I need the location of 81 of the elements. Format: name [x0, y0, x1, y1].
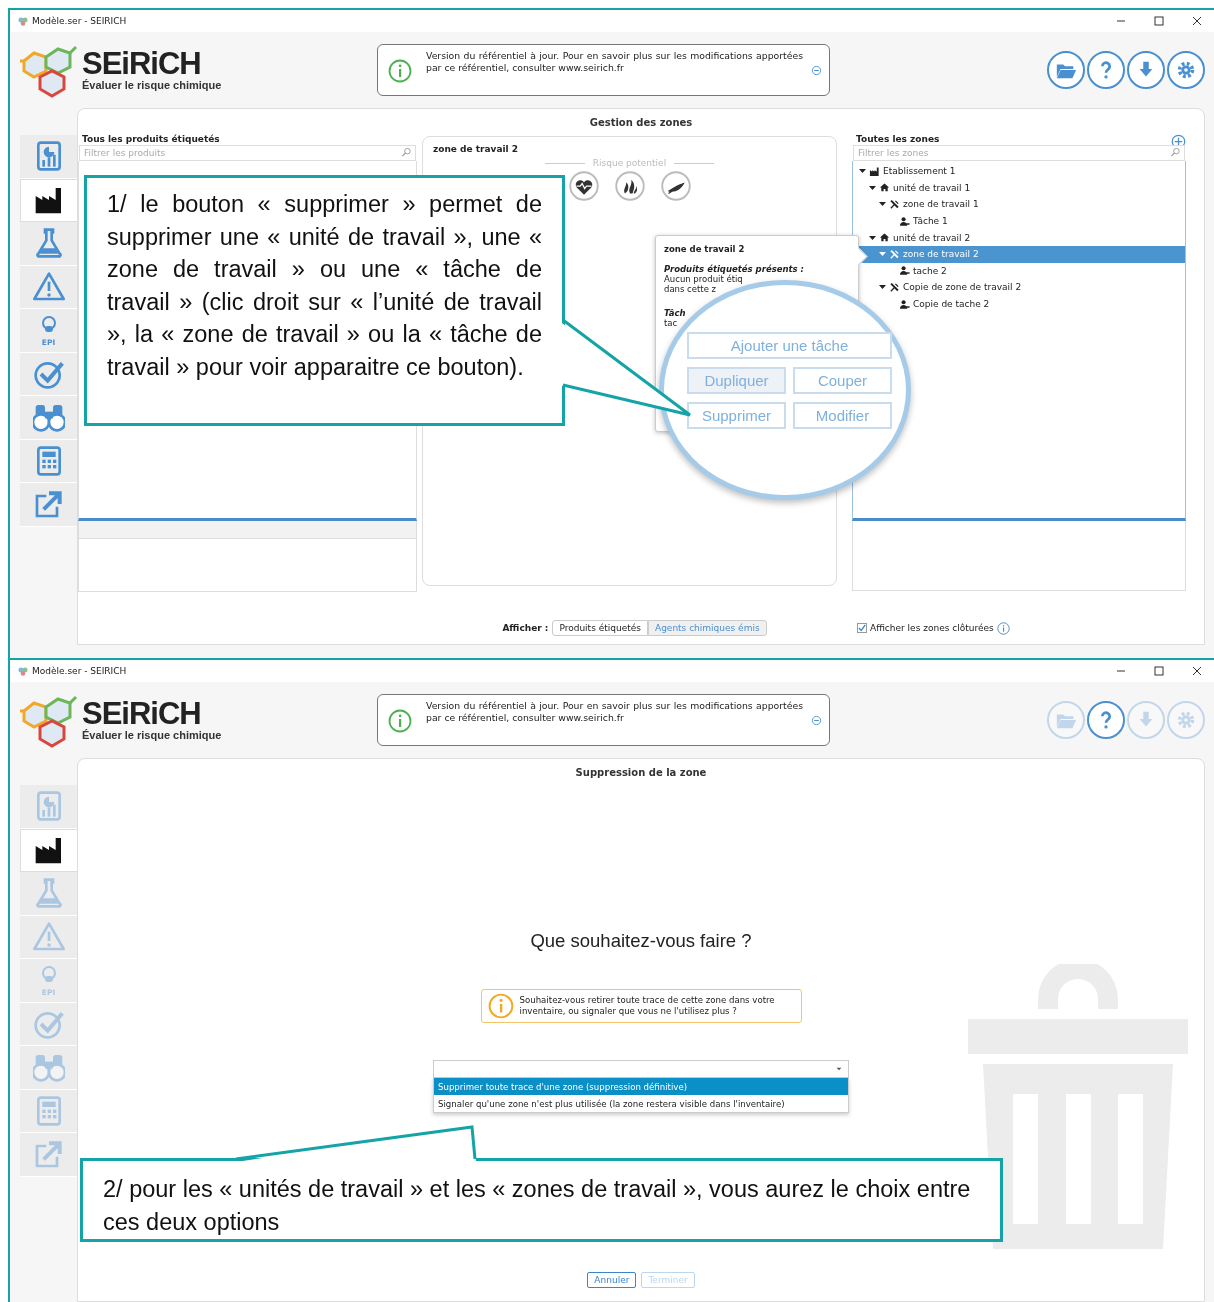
warning-icon	[32, 270, 65, 303]
search-field[interactable]: Filtrer les zones	[853, 145, 1185, 161]
tree-item[interactable]: tache 2	[853, 262, 1185, 280]
tree-item[interactable]: unité de travail 1	[853, 179, 1185, 197]
sidebar-tab[interactable]	[20, 178, 77, 222]
column-title: Tous les produits étiquetés	[82, 134, 220, 144]
house-icon	[879, 182, 890, 194]
info-icon	[388, 709, 412, 733]
settings-button[interactable]	[1167, 51, 1205, 89]
menu-button[interactable]: Supprimer	[687, 402, 786, 429]
app-icon	[18, 666, 28, 676]
search-field[interactable]: Filtrer les produits	[79, 145, 416, 161]
factory-icon	[869, 165, 880, 177]
warning-icon	[32, 920, 65, 953]
trash-icon	[968, 964, 1188, 1249]
column-title: Toutes les zones	[856, 134, 940, 144]
popover-text: tac	[664, 318, 679, 328]
tools-icon	[889, 281, 900, 293]
dropdown-field[interactable]	[433, 1060, 849, 1078]
caret-icon	[835, 1065, 843, 1073]
tools-icon	[889, 199, 900, 210]
search-icon	[1170, 147, 1181, 158]
callout-text: 1/ le bouton « supprimer » permet de supprimer une « unité de travail », une « zone de travail » ou une « tâche de travail » (clic droit sur « l’unité de travail », la « zone de travail » ou la « tâche de travail » pour voir apparaitre ce bouton).	[84, 175, 565, 426]
segment-tab[interactable]: Agents chimiques émis	[648, 620, 767, 636]
banner-text: Version du référentiel à jour. Pour en savoir plus sur les modifications apportées par ce référentiel, consulter www.seirich.fr	[426, 700, 803, 724]
window-title: Modèle.ser - SEIRICH	[32, 16, 128, 26]
flame-icon	[614, 171, 645, 201]
download-button[interactable]	[1127, 51, 1165, 89]
sidebar-tab[interactable]	[20, 828, 77, 872]
popover-title: zone de travail 2	[664, 244, 746, 254]
logo-tagline: Évaluer le risque chimique	[82, 79, 222, 91]
minus-icon	[811, 715, 822, 726]
question-text: Que souhaitez-vous faire ?	[530, 930, 752, 952]
info-icon	[487, 993, 514, 1019]
dropdown-option[interactable]: Signaler qu'une zone n'est plus utilisée (la zone restera visible dans l'inventaire)	[434, 1095, 848, 1112]
info-icon	[996, 621, 1010, 635]
logo-tagline: Évaluer le risque chimique	[82, 729, 222, 741]
notice-text: Souhaitez-vous retirer toute trace de cette zone dans votre inventaire, ou signaler que vous ne l'utilisez plus ?	[519, 995, 776, 1017]
checkbox-label: Afficher les zones clôturées	[870, 623, 994, 633]
person-icon	[899, 265, 910, 277]
person-icon	[899, 215, 910, 227]
folder-button[interactable]	[1047, 51, 1085, 89]
search-icon	[401, 147, 412, 158]
settings-icon	[1175, 709, 1197, 731]
segment-tab[interactable]: Produits étiquetés	[552, 620, 648, 636]
popover-heading: Produits étiquetés présents :	[664, 264, 806, 274]
collapse-button[interactable]	[811, 715, 822, 726]
card-title: zone de travail 2	[433, 144, 520, 154]
cancel-button[interactable]: Annuler	[587, 1272, 637, 1288]
info-icon	[388, 59, 412, 83]
minus-icon	[811, 65, 822, 76]
panel-title: Suppression de la zone	[575, 766, 707, 778]
dropdown-option[interactable]: Supprimer toute trace d'une zone (suppression définitive)	[434, 1078, 848, 1095]
popover-heading: Tâch	[664, 308, 687, 318]
settings-icon	[1175, 59, 1197, 81]
popover-text: dans cette z	[664, 284, 718, 294]
app-icon	[18, 16, 28, 26]
expanded-caret-icon[interactable]	[879, 283, 886, 292]
menu-button[interactable]: Ajouter une tâche	[687, 332, 892, 359]
person-icon	[899, 298, 910, 310]
tools-icon	[889, 248, 900, 260]
checkbox[interactable]	[857, 623, 867, 633]
house-icon	[879, 232, 890, 244]
logo-text: SEiRiCH	[82, 49, 202, 79]
help-button[interactable]	[1087, 701, 1125, 739]
logo-text: SEiRiCH	[82, 699, 202, 729]
window-title: Modèle.ser - SEIRICH	[32, 666, 128, 676]
popover-text: Aucun produit étiq	[664, 274, 743, 284]
tree-item[interactable]: Tâche 1	[853, 212, 1185, 230]
tree-item[interactable]: Etablissement 1	[853, 163, 1185, 180]
tree-item[interactable]: zone de travail 1	[853, 196, 1185, 213]
display-label: Afficher :	[502, 623, 549, 633]
help-button[interactable]	[1087, 51, 1125, 89]
section-label: Risque potentiel	[592, 158, 667, 168]
panel-title: Gestion des zones	[588, 116, 694, 128]
menu-button[interactable]: Modifier	[793, 402, 892, 429]
tree-item[interactable]: unité de travail 2	[853, 229, 1185, 246]
leaf-icon	[660, 171, 691, 201]
collapse-button[interactable]	[811, 65, 822, 76]
banner-text: Version du référentiel à jour. Pour en savoir plus sur les modifications apportées par ce référentiel, consulter www.seirich.fr	[426, 50, 803, 74]
menu-button[interactable]: Couper	[793, 367, 892, 394]
